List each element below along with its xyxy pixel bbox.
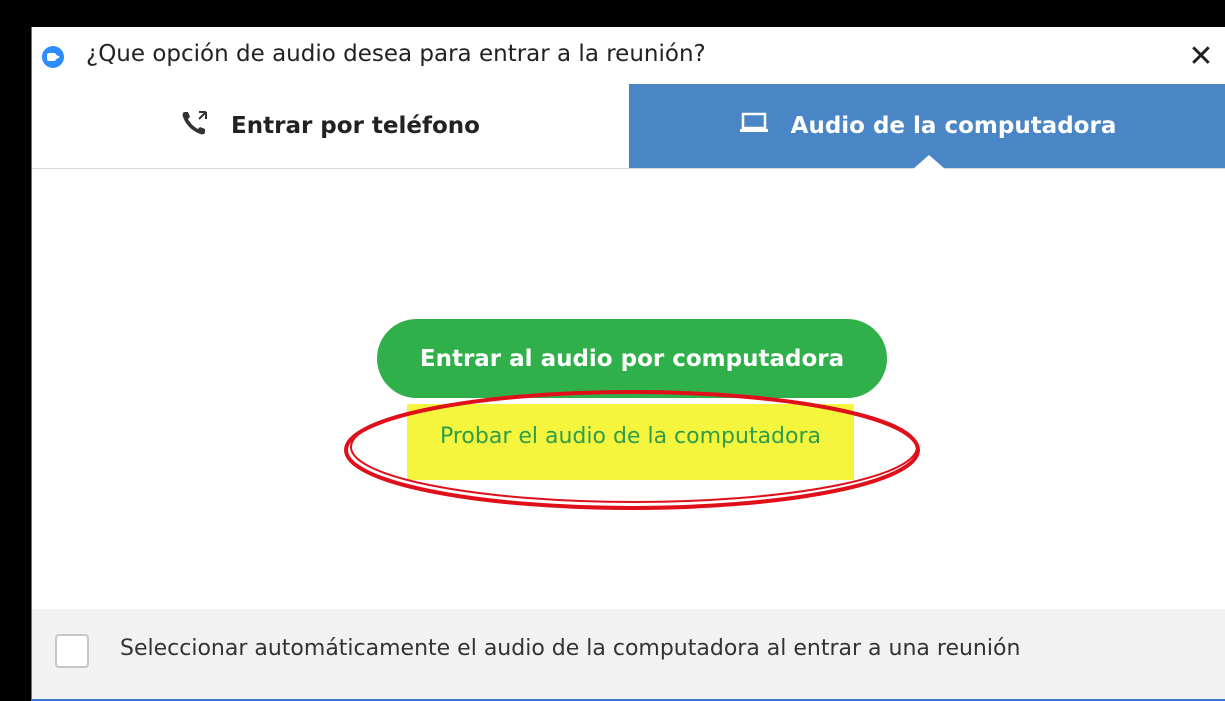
tab-computer-audio[interactable]: Audio de la computadora — [629, 84, 1225, 169]
tab-phone[interactable]: Entrar por teléfono — [32, 84, 629, 168]
laptop-icon — [739, 112, 769, 140]
auto-select-label: Seleccionar automáticamente el audio de … — [120, 636, 1021, 661]
zoom-app-icon — [42, 46, 64, 68]
footer-bar: Seleccionar automáticamente el audio de … — [32, 609, 1225, 699]
title-bar: ¿Que opción de audio desea para entrar a… — [32, 27, 1225, 84]
screenshot-frame: ¿Que opción de audio desea para entrar a… — [0, 0, 1225, 701]
audio-options-dialog: ¿Que opción de audio desea para entrar a… — [31, 27, 1225, 701]
test-computer-audio-link[interactable]: Probar el audio de la computadora — [407, 404, 854, 468]
active-tab-pointer — [913, 155, 945, 169]
join-computer-audio-button[interactable]: Entrar al audio por computadora — [377, 319, 887, 398]
audio-tabs: Entrar por teléfono Audio de la computad… — [32, 84, 1225, 169]
tab-phone-label: Entrar por teléfono — [231, 113, 480, 139]
phone-icon — [181, 110, 209, 142]
close-icon[interactable]: ✕ — [1177, 37, 1225, 77]
auto-select-checkbox[interactable] — [55, 634, 89, 668]
window-title: ¿Que opción de audio desea para entrar a… — [86, 41, 706, 67]
tab-computer-audio-label: Audio de la computadora — [790, 113, 1117, 139]
